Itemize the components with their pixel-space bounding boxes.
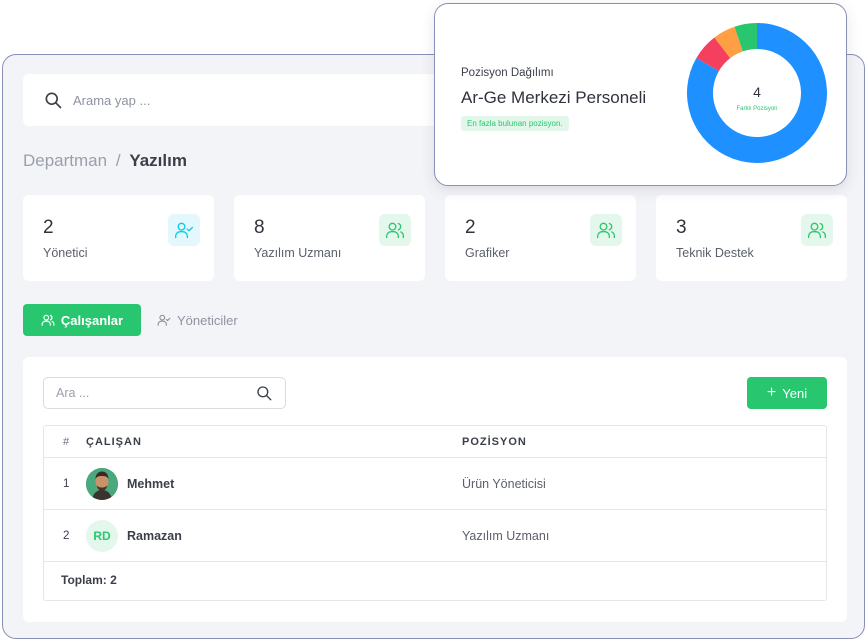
stat-card-software-experts: 8 Yazılım Uzmanı xyxy=(234,195,425,281)
tab-employees[interactable]: Çalışanlar xyxy=(23,304,141,336)
employee-position: Yazılım Uzmanı xyxy=(462,528,550,543)
search-icon xyxy=(257,386,272,401)
avatar: RD xyxy=(86,519,118,552)
position-donut-chart: 4 Farklı Pozisyon xyxy=(687,23,827,163)
stat-card-managers: 2 Yönetici xyxy=(23,195,214,281)
global-search-placeholder: Arama yap ... xyxy=(73,92,151,108)
stat-card-designers: 2 Grafiker xyxy=(445,195,636,281)
search-icon xyxy=(45,92,62,109)
stat-value: 2 xyxy=(465,217,476,238)
table-search-placeholder: Ara ... xyxy=(56,386,90,400)
header-position[interactable]: POZİSYON xyxy=(462,436,527,448)
breadcrumb: Departman / Yazılım xyxy=(23,151,187,171)
global-search[interactable]: Arama yap ... xyxy=(23,74,453,126)
employees-table: # ÇALIŞAN POZİSYON 1 Mehmet Ürün Yönetic… xyxy=(43,425,827,601)
new-button-label: Yeni xyxy=(782,385,808,401)
table-row[interactable]: 2 RD Ramazan Yazılım Uzmanı xyxy=(44,510,826,562)
stat-label: Grafiker xyxy=(465,246,510,260)
plus-icon: + xyxy=(766,384,777,401)
stat-card-tech-support: 3 Teknik Destek xyxy=(656,195,847,281)
employee-cell: Mehmet xyxy=(86,467,174,500)
new-employee-button[interactable]: + Yeni xyxy=(747,377,827,409)
card-badge: En fazla bulunan pozisyon. xyxy=(461,116,569,131)
tab-label: Yöneticiler xyxy=(177,312,238,328)
users-icon xyxy=(41,314,55,326)
employee-cell: RD Ramazan xyxy=(86,519,182,552)
stat-value: 2 xyxy=(43,217,54,238)
users-icon xyxy=(590,214,622,246)
avatar xyxy=(86,467,118,500)
header-index: # xyxy=(63,435,71,448)
row-index: 2 xyxy=(63,529,70,542)
header-employee[interactable]: ÇALIŞAN xyxy=(86,436,142,448)
card-subtitle: Pozisyon Dağılımı xyxy=(461,67,554,79)
donut-center-value: 4 xyxy=(753,84,761,100)
users-icon xyxy=(801,214,833,246)
user-check-icon xyxy=(157,314,171,326)
employees-panel: Ara ... + Yeni # ÇALIŞAN POZİSYON 1 Mehm… xyxy=(23,357,847,622)
card-title: Ar-Ge Merkezi Personeli xyxy=(461,88,647,107)
table-search-input[interactable]: Ara ... xyxy=(43,377,286,409)
tab-label: Çalışanlar xyxy=(60,312,124,328)
donut-center-label: Farklı Pozisyon xyxy=(736,106,777,112)
stat-value: 3 xyxy=(676,217,687,238)
breadcrumb-parent[interactable]: Departman xyxy=(23,151,107,170)
breadcrumb-current: Yazılım xyxy=(129,151,187,170)
users-icon xyxy=(379,214,411,246)
tab-managers[interactable]: Yöneticiler xyxy=(157,304,238,336)
stat-value: 8 xyxy=(254,217,265,238)
position-distribution-card: Pozisyon Dağılımı Ar-Ge Merkezi Personel… xyxy=(434,3,847,186)
employee-name[interactable]: Mehmet xyxy=(127,477,174,491)
stat-label: Yönetici xyxy=(43,246,88,260)
stat-label: Yazılım Uzmanı xyxy=(254,246,342,260)
table-total: Toplam: 2 xyxy=(61,573,117,587)
row-index: 1 xyxy=(63,477,70,490)
employee-name[interactable]: Ramazan xyxy=(127,529,182,543)
employee-position: Ürün Yöneticisi xyxy=(462,476,546,491)
table-row[interactable]: 1 Mehmet Ürün Yöneticisi xyxy=(44,458,826,510)
stat-label: Teknik Destek xyxy=(676,246,754,260)
breadcrumb-separator: / xyxy=(115,151,121,170)
table-header: # ÇALIŞAN POZİSYON xyxy=(44,426,826,458)
user-check-icon xyxy=(168,214,200,246)
